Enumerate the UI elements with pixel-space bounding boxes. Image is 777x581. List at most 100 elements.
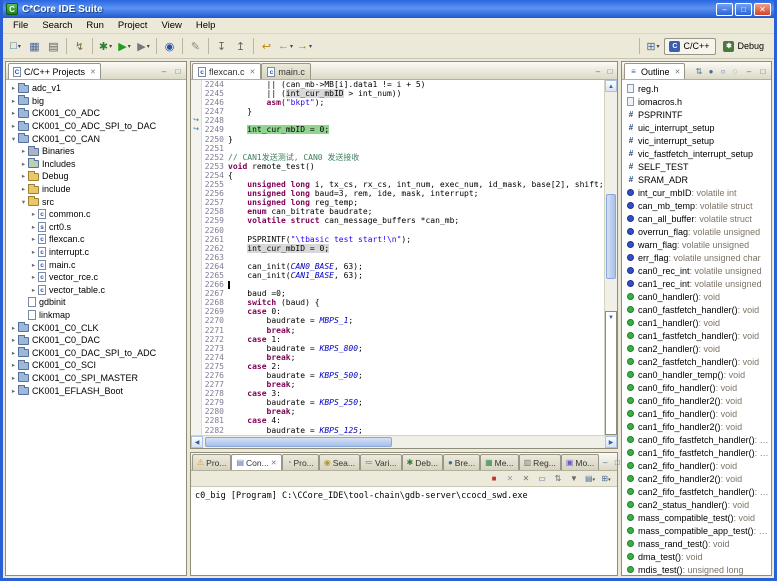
- outline-item[interactable]: warn_flag : volatile unsigned: [622, 238, 771, 251]
- outline-item[interactable]: can_mb_temp : volatile struct: [622, 199, 771, 212]
- debug-button[interactable]: ✱▾: [96, 37, 115, 56]
- tree-item[interactable]: ▸CK001_C0_SCI: [6, 359, 186, 372]
- outline-item[interactable]: int_cur_mbID : volatile int: [622, 186, 771, 199]
- display-selected-console-button[interactable]: ▤▾: [583, 474, 597, 483]
- minimize-view-icon[interactable]: –: [743, 65, 755, 79]
- minimize-editor-icon[interactable]: –: [592, 65, 604, 79]
- outline-item[interactable]: #SRAM_ADR: [622, 173, 771, 186]
- tab-registers[interactable]: ▥Reg...: [519, 454, 561, 470]
- dropdown-arrow-icon[interactable]: ▾: [109, 43, 112, 50]
- tree-item[interactable]: ▸CK001_C0_ADC: [6, 107, 186, 120]
- outline-item[interactable]: can2_fifo_fastfetch_handler() : void: [622, 485, 771, 498]
- console-output[interactable]: c0_big [Program] C:\CCore_IDE\tool-chain…: [191, 487, 617, 575]
- outline-item[interactable]: can1_fifo_fastfetch_handler() : void: [622, 446, 771, 459]
- line-number-ruler[interactable]: 2244224522462247224822492250225122522253…: [202, 80, 228, 435]
- hide-fields-icon[interactable]: ●: [705, 65, 717, 79]
- scroll-up-arrow[interactable]: ▲: [605, 80, 617, 92]
- expander-icon[interactable]: ▸: [19, 185, 28, 193]
- expander-icon[interactable]: ▸: [9, 349, 18, 357]
- remove-launch-button[interactable]: ✕: [503, 474, 517, 483]
- outline-item[interactable]: can0_handler_temp() : void: [622, 368, 771, 381]
- tree-item[interactable]: ▸CK001_C0_SPI_MASTER: [6, 372, 186, 385]
- previous-annotation-button[interactable]: ↥: [231, 37, 250, 56]
- scroll-down-arrow[interactable]: ▼: [605, 311, 617, 435]
- run-button[interactable]: ▶▾: [115, 37, 134, 56]
- expander-icon[interactable]: ▸: [19, 160, 28, 168]
- outline-item[interactable]: #PSPRINTF: [622, 108, 771, 121]
- expander-icon[interactable]: ▸: [9, 387, 18, 395]
- tab-breakpoints[interactable]: ●Bre...: [443, 454, 480, 470]
- close-button[interactable]: ✕: [754, 3, 771, 16]
- next-annotation-button[interactable]: ↧: [212, 37, 231, 56]
- outline-item[interactable]: mass_compatible_test() : void: [622, 511, 771, 524]
- external-tools-button[interactable]: ▶▾: [134, 37, 153, 56]
- expander-icon[interactable]: ▸: [29, 261, 38, 269]
- expander-icon[interactable]: ▾: [9, 135, 18, 143]
- expander-icon[interactable]: ▸: [9, 361, 18, 369]
- tree-item[interactable]: ▸big: [6, 95, 186, 108]
- scroll-lock-button[interactable]: ⇅: [551, 474, 565, 483]
- toggle-mark-occurrences-button[interactable]: ✎: [186, 37, 205, 56]
- tree-item[interactable]: gdbinit: [6, 296, 186, 309]
- tree-item[interactable]: ▸adc_v1: [6, 82, 186, 95]
- outline-item[interactable]: overrun_flag : volatile unsigned: [622, 225, 771, 238]
- tree-item[interactable]: ▸CK001_C0_DAC_SPI_to_ADC: [6, 346, 186, 359]
- horizontal-scrollbar[interactable]: ◀ ▶: [191, 435, 617, 448]
- code-editor[interactable]: || (can_mb->MB[i].data1 != i + 5) || (in…: [228, 80, 604, 435]
- tree-item[interactable]: ▸CK001_C0_CLK: [6, 321, 186, 334]
- menu-file[interactable]: File: [6, 19, 35, 32]
- tree-item[interactable]: ▾CK001_C0_CAN: [6, 132, 186, 145]
- tree-item[interactable]: ▸cinterrupt.c: [6, 246, 186, 259]
- tree-item[interactable]: ▸CK001_C0_DAC: [6, 334, 186, 347]
- tree-item[interactable]: ▸cflexcan.c: [6, 233, 186, 246]
- outline-item[interactable]: err_flag : volatile unsigned char: [622, 251, 771, 264]
- hide-static-icon[interactable]: ○: [717, 65, 729, 79]
- tree-item[interactable]: ▸cmain.c: [6, 258, 186, 271]
- outline-item[interactable]: can1_fastfetch_handler() : void: [622, 329, 771, 342]
- maximize-editor-icon[interactable]: □: [604, 65, 616, 79]
- tab-console[interactable]: ▤Con...✕: [231, 454, 281, 470]
- editor-tab-flexcan-c[interactable]: cflexcan.c✕: [192, 63, 261, 79]
- outline-item[interactable]: #uic_interrupt_setup: [622, 121, 771, 134]
- hide-non-public-icon[interactable]: ◌: [729, 65, 741, 79]
- tree-item[interactable]: linkmap: [6, 309, 186, 322]
- outline-item[interactable]: can0_rec_int : volatile unsigned: [622, 264, 771, 277]
- expander-icon[interactable]: ▸: [29, 210, 38, 218]
- tree-item[interactable]: ▸scrt0.s: [6, 221, 186, 234]
- expander-icon[interactable]: ▸: [19, 172, 28, 180]
- print-button[interactable]: ▤: [44, 37, 63, 56]
- outline-item[interactable]: can0_fastfetch_handler() : void: [622, 303, 771, 316]
- expander-icon[interactable]: ▸: [29, 273, 38, 281]
- outline-item[interactable]: #vic_interrupt_setup: [622, 134, 771, 147]
- menu-search[interactable]: Search: [35, 19, 79, 32]
- tab-variables[interactable]: ≔Vari...: [360, 454, 402, 470]
- dropdown-arrow-icon[interactable]: ▾: [608, 477, 611, 483]
- tab-problems[interactable]: ⚠Pro...: [192, 454, 231, 470]
- menu-help[interactable]: Help: [189, 19, 223, 32]
- scroll-left-arrow[interactable]: ◀: [191, 436, 203, 448]
- outline-item[interactable]: mass_rand_test() : void: [622, 537, 771, 550]
- tree-item[interactable]: ▸Binaries: [6, 145, 186, 158]
- save-button[interactable]: ▦: [25, 37, 44, 56]
- forward-button[interactable]: →▾: [295, 37, 314, 56]
- outline-item[interactable]: can2_handler() : void: [622, 342, 771, 355]
- tab-memory[interactable]: ▦Me...: [480, 454, 518, 470]
- tree-item[interactable]: ▸CK001_EFLASH_Boot: [6, 384, 186, 397]
- back-button[interactable]: ←▾: [276, 37, 295, 56]
- terminate-button[interactable]: ■: [487, 474, 501, 483]
- maximize-button[interactable]: □: [735, 3, 752, 16]
- tree-item[interactable]: ▸cvector_rce.c: [6, 271, 186, 284]
- expander-icon[interactable]: ▸: [9, 324, 18, 332]
- annotation-ruler[interactable]: ↪↪: [191, 80, 202, 435]
- outline-item[interactable]: iomacros.h: [622, 95, 771, 108]
- expander-icon[interactable]: ▸: [9, 84, 18, 92]
- outline-item[interactable]: can2_fifo_handler2() : void: [622, 472, 771, 485]
- tree-item[interactable]: ▸Debug: [6, 170, 186, 183]
- expander-icon[interactable]: ▸: [9, 109, 18, 117]
- maximize-view-icon[interactable]: □: [757, 65, 769, 79]
- open-console-button[interactable]: ⊞▾: [599, 474, 613, 483]
- dropdown-arrow-icon[interactable]: ▾: [593, 477, 596, 483]
- expander-icon[interactable]: ▸: [29, 286, 38, 294]
- dropdown-arrow-icon[interactable]: ▾: [290, 43, 293, 50]
- outline-item[interactable]: #SELF_TEST: [622, 160, 771, 173]
